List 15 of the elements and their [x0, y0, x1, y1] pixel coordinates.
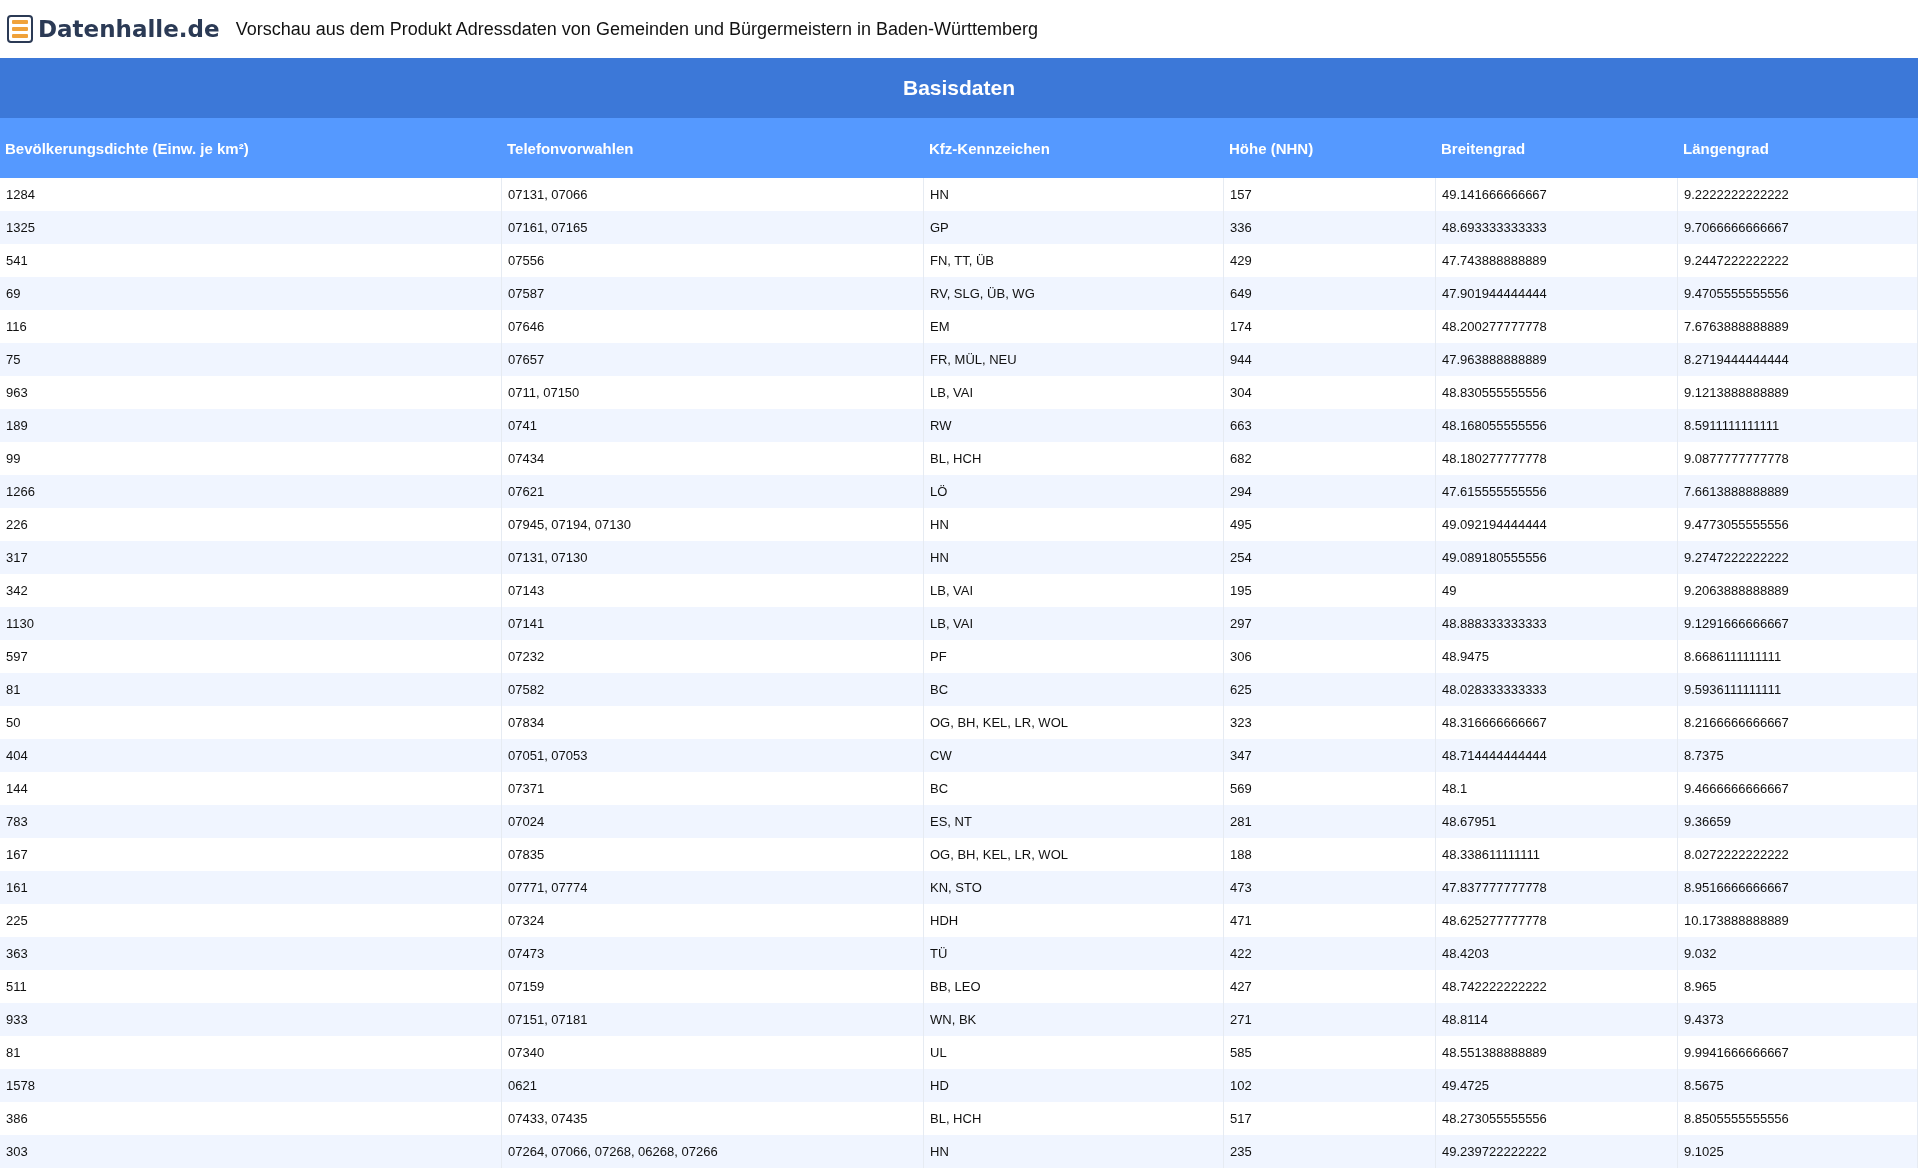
- column-header: Höhe (NHN): [1228, 138, 1315, 159]
- column-header: Bevölkerungsdichte (Einw. je km²): [4, 138, 250, 159]
- column-header: Kfz-Kennzeichen: [928, 138, 1051, 159]
- table-cell: HN: [924, 1135, 1224, 1168]
- table-cell: 303: [0, 1135, 502, 1168]
- column-header: Breitengrad: [1440, 138, 1527, 159]
- table-cell: 49.239722222222: [1436, 1135, 1678, 1168]
- column-header: Längengrad: [1682, 138, 1770, 159]
- table-cell: 07264, 07066, 07268, 06268, 07266: [502, 1135, 924, 1168]
- site-logo[interactable]: Datenhalle.de: [38, 16, 220, 42]
- page-title: Vorschau aus dem Produkt Adressdaten von Gemeinden und Bürgermeistern in Baden-Württemberg: [235, 18, 1039, 40]
- section-title-bar: Basisdaten: [0, 58, 1918, 118]
- column-header: Telefonvorwahlen: [506, 138, 635, 159]
- table-cell: 235: [1224, 1135, 1436, 1168]
- table-cell: 9.1025: [1678, 1135, 1918, 1168]
